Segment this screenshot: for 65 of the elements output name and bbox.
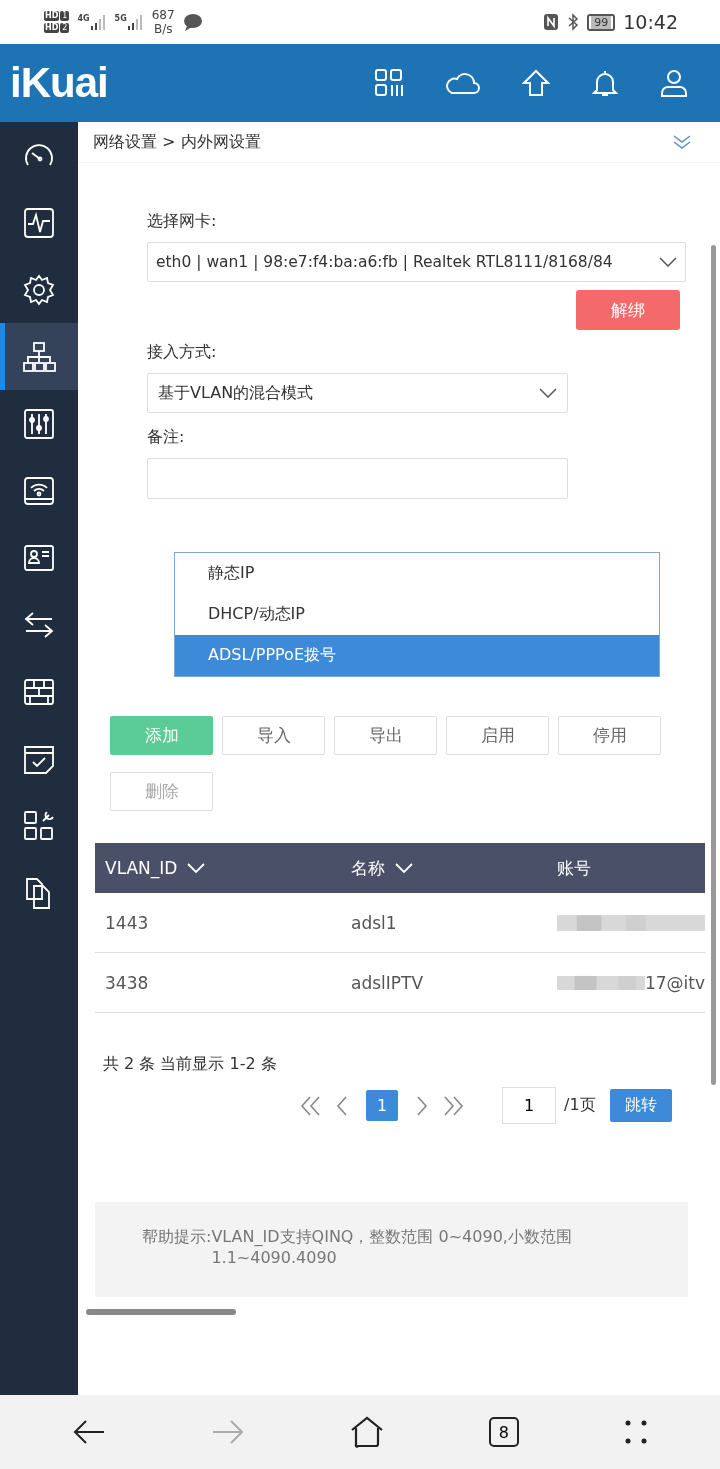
toolbar-button[interactable]: 导入 [222,716,325,755]
page-total: /1页 [564,1095,596,1116]
chat-bubble-icon [182,13,203,31]
speed-unit: B/s [153,22,173,36]
signal-icon [127,14,144,30]
column-header[interactable]: VLAN_ID [95,858,351,878]
pulse-icon [22,205,56,240]
signal-icon [90,14,107,30]
nfc-icon [543,13,560,31]
toolbar-button[interactable]: 导出 [334,716,437,755]
chevron-down-icon [659,257,677,267]
network-label: 5G [114,14,127,23]
network-label: 4G [77,14,90,23]
field-label: 备注: [147,427,186,448]
prev-page-icon[interactable] [336,1095,348,1116]
column-header: 账号 [557,856,591,880]
last-page-icon[interactable] [442,1095,464,1116]
back-arrow-icon[interactable] [72,1419,107,1445]
table-cell-text: 1443 [104,912,150,933]
help-label: 帮助提示: [142,1227,212,1248]
first-page-icon[interactable] [300,1095,322,1116]
toolbar-button[interactable]: 停用 [558,716,661,755]
table-cell: 17@itv [644,972,705,993]
cloud-icon[interactable] [446,71,480,95]
sort-chevron-icon [187,863,206,873]
jump-button[interactable]: 跳转 [609,1089,672,1122]
nic-select[interactable]: eth0 | wan1 | 98:e7:f4:ba:a6:fb | Realtek RTL8111/8168/84 [147,242,686,282]
field-label: 接入方式: [147,342,218,363]
tab-count-button[interactable]: 8 [488,1417,519,1447]
bluetooth-icon [567,13,580,31]
table-cell-text: adsl1 [351,912,398,933]
double-chevron-icon[interactable] [672,134,692,150]
table-cell-text: adslIPTV [351,972,425,993]
note-field[interactable] [147,458,568,499]
table-cell-text: 3438 [104,972,150,993]
dropdown-option[interactable]: ADSL/PPPoE拨号 [175,635,659,676]
next-page-icon[interactable] [416,1095,428,1116]
horizontal-scrollbar[interactable] [86,1309,236,1315]
gear-icon [22,272,56,307]
home-icon[interactable] [350,1416,384,1448]
sliders-icon [22,406,56,441]
field-label: 选择网卡: [147,211,218,232]
user-icon[interactable] [660,69,688,97]
toolbar-button[interactable]: 启用 [446,716,549,755]
chevron-down-icon [539,388,557,398]
bell-icon[interactable] [592,69,618,97]
dropdown-option[interactable]: DHCP/动态IP [175,594,659,635]
dropdown-option[interactable]: 静态IP [175,553,659,594]
vertical-scrollbar[interactable] [711,245,716,1085]
help-text: VLAN_ID支持QINQ，整数范围 0~4090,小数范围 1.1~4090.4090 [211,1227,573,1269]
sidebar-item[interactable] [0,323,78,390]
page-number[interactable]: 1 [366,1090,398,1121]
battery-icon: 99 [587,13,616,31]
record-summary: 共 2 条 当前显示 1-2 条 [103,1054,278,1075]
access-mode-select[interactable]: 基于VLAN的混合模式 [147,373,568,413]
apps-icon[interactable] [374,68,404,98]
network-speed: 687 [151,8,175,22]
logo[interactable]: iKuai [10,59,108,107]
sort-chevron-icon [395,863,413,873]
breadcrumb: 网络设置 > 内外网设置 [93,131,261,153]
apps-icon [22,808,56,843]
network-icon [22,339,56,374]
column-header[interactable]: 名称 [351,856,557,880]
clock: 10:42 [623,11,678,33]
page-input[interactable]: 1 [502,1087,556,1124]
